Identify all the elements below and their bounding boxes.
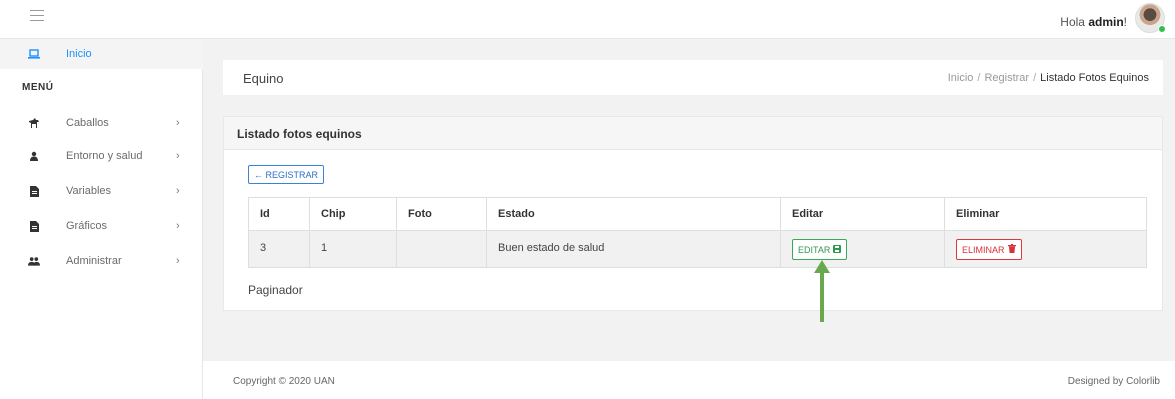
column-header-id: Id (248, 197, 310, 231)
chevron-right-icon: › (176, 255, 180, 267)
users-icon (28, 255, 40, 267)
cell-foto (396, 230, 487, 268)
sidebar-item-label: Entorno y salud (66, 150, 143, 162)
column-header-editar: Editar (780, 197, 945, 231)
cell-eliminar: ELIMINAR (944, 230, 1147, 268)
chevron-right-icon: › (176, 185, 180, 197)
file-icon (28, 185, 40, 197)
delete-button[interactable]: ELIMINAR (956, 239, 1022, 260)
sidebar-item-label: Inicio (66, 48, 92, 60)
sidebar-item-label: Administrar (66, 255, 122, 267)
photos-table: Id Chip Foto Estado Editar Eliminar 3 1 … (248, 197, 1147, 268)
breadcrumb-separator: / (1033, 72, 1037, 84)
table-row: 3 1 Buen estado de salud EDITAR ELIMINAR (248, 230, 1147, 268)
copyright-text: Copyright © 2020 UAN (233, 376, 335, 387)
photos-card: Listado fotos equinos ← REGISTRAR Id Chi… (223, 116, 1163, 311)
cell-chip: 1 (309, 230, 397, 268)
breadcrumb-current: Listado Fotos Equinos (1040, 72, 1149, 84)
breadcrumb: Inicio / Registrar / Listado Fotos Equinos (948, 72, 1149, 84)
designed-by-text: Designed by Colorlib (1067, 376, 1160, 387)
hamburger-menu-icon[interactable] (30, 10, 44, 22)
user-greeting: Hola admin! (1060, 15, 1127, 29)
username: admin (1088, 15, 1124, 29)
sidebar-item-inicio[interactable]: Inicio (0, 39, 203, 69)
menu-title: MENÚ (22, 82, 54, 93)
edit-button[interactable]: EDITAR (792, 239, 848, 260)
breadcrumb-inicio[interactable]: Inicio (948, 72, 974, 84)
paginator: Paginador (248, 283, 303, 297)
page-header: Equino Inicio / Registrar / Listado Fotos Eq… (223, 60, 1163, 95)
sidebar-item-label: Variables (66, 185, 112, 197)
greeting-prefix: Hola (1060, 15, 1085, 29)
footer: Copyright © 2020 UAN Designed by Colorli… (203, 361, 1175, 399)
delete-button-label: ELIMINAR (962, 244, 1005, 255)
cell-editar: EDITAR (780, 230, 945, 268)
sidebar-item-label: Gráficos (66, 220, 107, 232)
user-icon (28, 150, 40, 162)
page-title: Equino (243, 71, 284, 86)
trash-icon (1007, 244, 1016, 255)
cell-id: 3 (248, 230, 310, 268)
column-header-chip: Chip (309, 197, 397, 231)
column-header-eliminar: Eliminar (944, 197, 1147, 231)
cell-estado: Buen estado de salud (486, 230, 781, 268)
sidebar-item-administrar[interactable]: Administrar › (0, 246, 203, 276)
breadcrumb-separator: / (977, 72, 981, 84)
register-button[interactable]: ← REGISTRAR (248, 165, 325, 184)
sidebar-item-label: Caballos (66, 117, 109, 129)
chevron-right-icon: › (176, 220, 180, 232)
card-title: Listado fotos equinos (237, 127, 362, 141)
chevron-right-icon: › (176, 117, 180, 129)
annotation-arrow-shaft (820, 270, 824, 322)
sidebar-item-graficos[interactable]: Gráficos › (0, 211, 203, 241)
card-header: Listado fotos equinos (224, 117, 1162, 150)
top-bar: Hola admin! (0, 0, 1175, 39)
sidebar-item-caballos[interactable]: Caballos › (0, 108, 203, 138)
table-header-row: Id Chip Foto Estado Editar Eliminar (248, 197, 1147, 231)
sidebar-item-entorno-y-salud[interactable]: Entorno y salud › (0, 141, 203, 171)
chevron-right-icon: › (176, 150, 180, 162)
save-icon (833, 244, 842, 255)
edit-button-label: EDITAR (798, 244, 831, 255)
sidebar: Inicio MENÚ Caballos › Entorno y salud ›… (0, 39, 203, 399)
breadcrumb-registrar[interactable]: Registrar (984, 72, 1029, 84)
sidebar-item-variables[interactable]: Variables › (0, 176, 203, 206)
column-header-foto: Foto (396, 197, 487, 231)
laptop-icon (28, 48, 40, 60)
online-status-icon (1158, 25, 1166, 33)
greeting-suffix: ! (1123, 15, 1127, 29)
horse-icon (28, 117, 40, 129)
file-icon (28, 220, 40, 232)
column-header-estado: Estado (486, 197, 781, 231)
